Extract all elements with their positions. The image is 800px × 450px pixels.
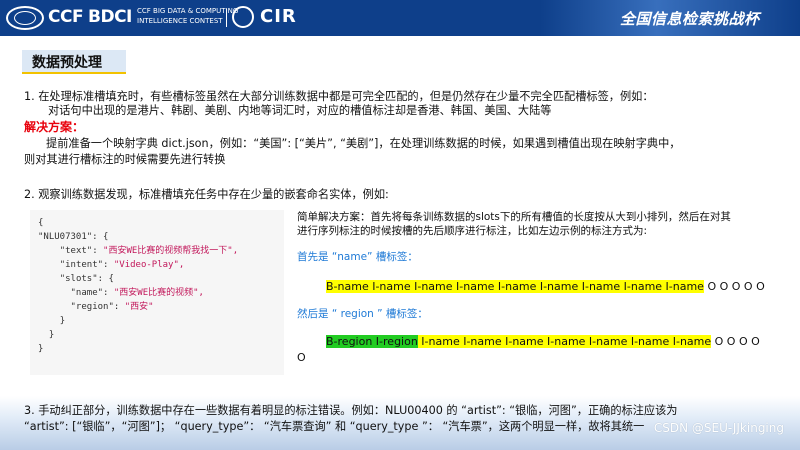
code-line: } xyxy=(38,328,276,342)
watermark: CSDN @SEU-JJkinging xyxy=(653,421,784,435)
code-line: "text": "西安WE比赛的视频帮我找一下", xyxy=(38,244,276,258)
code-line: } xyxy=(38,342,276,356)
item1-line1: 1. 在处理标准槽填充时，有些槽标签虽然在大部分训练数据中都是可完全匹配的，但是… xyxy=(24,90,654,103)
region-tag-wrap: O xyxy=(297,351,306,364)
code-line: "NLU07301": { xyxy=(38,230,276,244)
side-solution-line2: 进行序列标注的时候按槽的先后顺序进行标注，比如左边示例的标注方式为: xyxy=(297,225,648,237)
name-tags-tail: O O O O O xyxy=(703,280,765,293)
code-string: "西安" xyxy=(124,302,154,312)
code-string: "西安WE比赛的视频帮我找一下", xyxy=(103,246,239,256)
header-banner: CCF BDCI CCF BIG DATA & COMPUTING INTELL… xyxy=(0,0,800,36)
code-key: "region": xyxy=(70,302,125,312)
code-key: "name": xyxy=(70,288,114,298)
item2-text: 2. 观察训练数据发现，标准槽填充任务中存在少量的嵌套命名实体，例如: xyxy=(24,188,389,201)
university-seal-icon xyxy=(232,6,254,28)
bdci-logo: BDCI xyxy=(88,7,132,27)
region-tag-sequence: B-region I-region I-name I-name I-name I… xyxy=(326,334,760,350)
contest-name: 全国信息检索挑战杯 xyxy=(620,10,760,28)
name-tag-sequence: B-name I-name I-name I-name I-name I-nam… xyxy=(326,279,765,295)
code-key: "intent": xyxy=(59,260,114,270)
code-line: } xyxy=(38,314,276,328)
item3-line2: “artist”: [“银临”，“河图”]； “query_type”： “汽车… xyxy=(24,420,645,433)
region-tags-highlight: B-region I-region xyxy=(326,335,418,348)
code-line: "region": "西安" xyxy=(38,300,276,314)
code-brace: } xyxy=(59,316,66,326)
cir-logo: CIR xyxy=(260,6,297,27)
bdci-subtitle-line-2: INTELLIGENCE CONTEST xyxy=(137,17,223,25)
item1-line2: 对话句中出现的是港片、韩剧、美剧、内地等词汇时，对应的槽值标注却是香港、韩国、美… xyxy=(48,104,552,117)
code-string: "Video-Play", xyxy=(113,260,185,270)
code-line: "name": "西安WE比赛的视频", xyxy=(38,286,276,300)
page-title: 数据预处理 xyxy=(32,55,102,71)
side-solution-line1: 简单解决方案：首先将每条训练数据的slots下的所有槽值的长度按从大到小排列，然… xyxy=(297,211,731,223)
bdci-subtitle: CCF BIG DATA & COMPUTING INTELLIGENCE CO… xyxy=(137,6,238,26)
code-key: "text": xyxy=(59,246,104,256)
solution-line1: 提前准备一个映射字典 dict.json，例如：“美国”: [“美片”, “美剧… xyxy=(46,137,681,150)
json-code-block: { "NLU07301": { "text": "西安WE比赛的视频帮我找一下"… xyxy=(30,210,284,375)
code-line: { xyxy=(38,218,44,228)
code-line: "slots": { xyxy=(38,272,276,286)
ccf-logo: CCF xyxy=(48,7,84,27)
then-label: 然后是 “ region ” 槽标签： xyxy=(297,308,428,320)
code-brace: } xyxy=(48,330,55,340)
region-tags-tail: O O O O xyxy=(711,335,760,348)
first-label: 首先是 “name” 槽标签： xyxy=(297,251,418,263)
header-divider xyxy=(226,9,227,27)
code-brace: } xyxy=(38,344,44,354)
bdci-subtitle-line-1: CCF BIG DATA & COMPUTING xyxy=(137,7,239,15)
name-tags-highlight: B-name I-name I-name I-name I-name I-nam… xyxy=(326,280,704,293)
code-key: "slots": { xyxy=(59,274,114,284)
code-line: "intent": "Video-Play", xyxy=(38,258,276,272)
code-key: "NLU07301": { xyxy=(38,232,109,242)
solution-line2: 则对其进行槽标注的时候需要先进行转换 xyxy=(24,153,226,166)
item3-line1: 3. 手动纠正部分，训练数据中存在一些数据有着明显的标注错误。例如：NLU004… xyxy=(24,404,678,417)
code-string: "西安WE比赛的视频", xyxy=(113,288,204,298)
solution-label: 解决方案： xyxy=(24,120,85,134)
ccf-emblem-icon xyxy=(6,6,44,30)
region-name-tags-highlight: I-name I-name I-name I-name I-name I-nam… xyxy=(417,335,712,348)
